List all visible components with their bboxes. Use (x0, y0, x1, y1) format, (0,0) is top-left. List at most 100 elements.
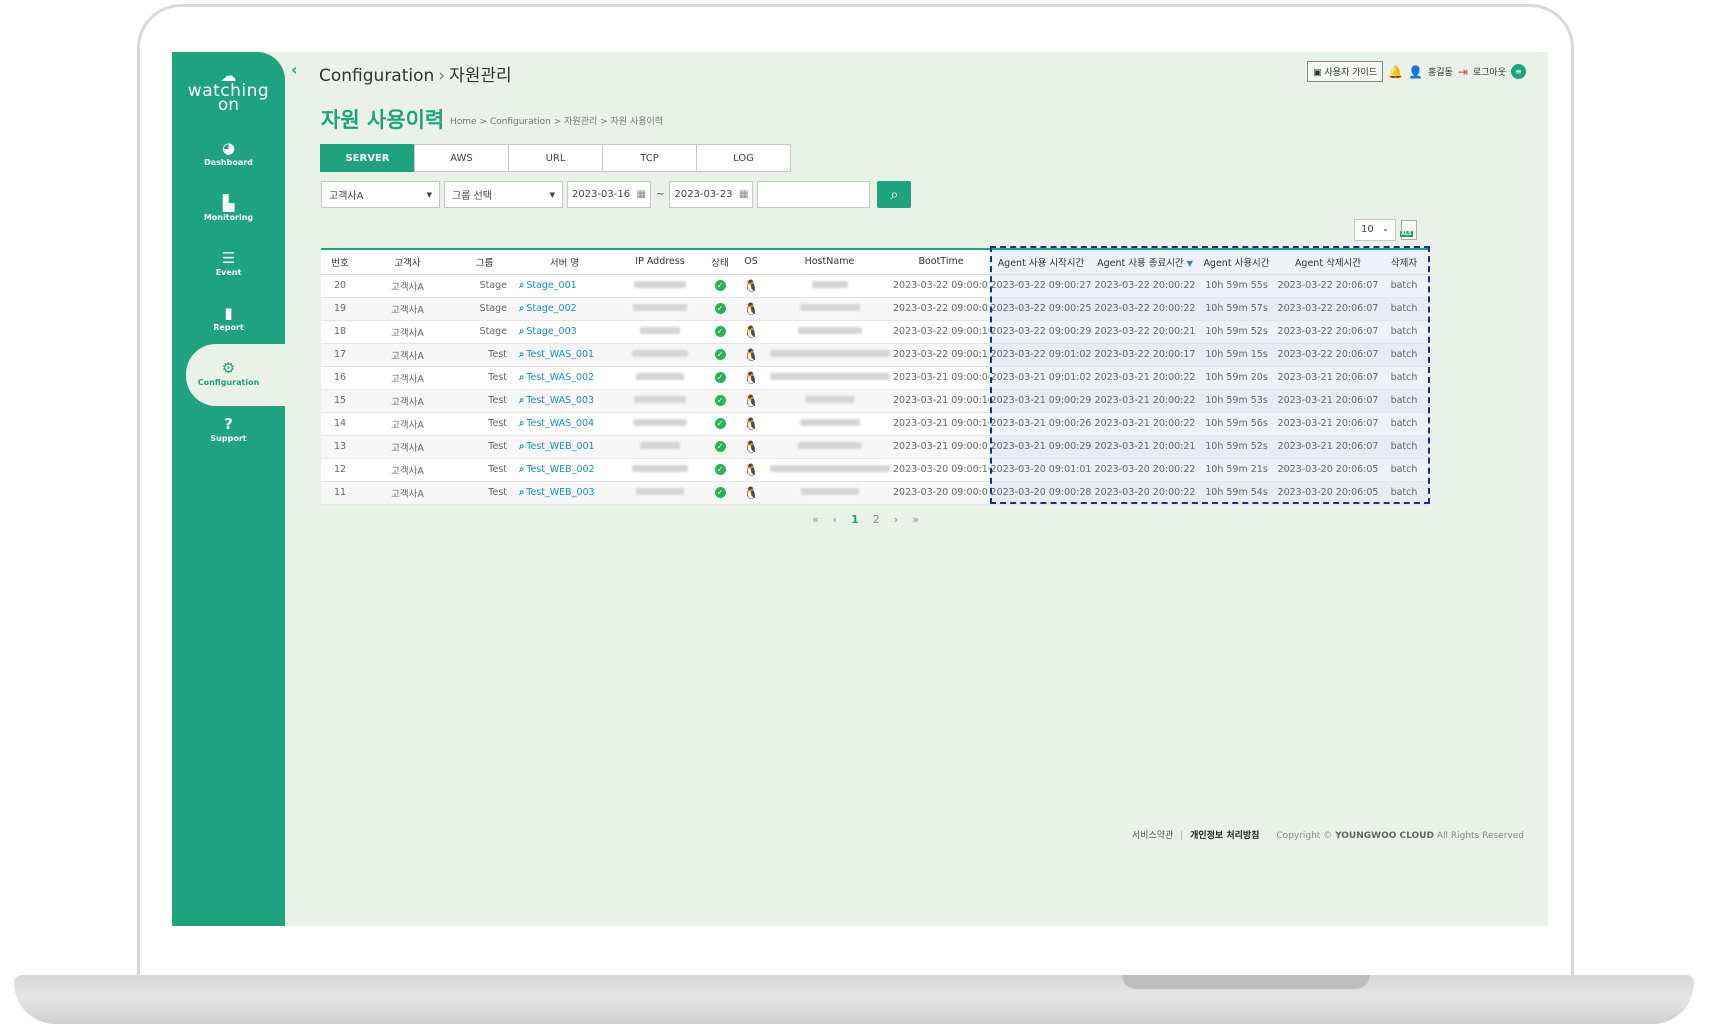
sidebar-item-label: Configuration (197, 378, 260, 387)
logout-link[interactable]: 로그아웃 (1473, 65, 1506, 78)
collapse-sidebar-chevron-icon[interactable]: ‹ (291, 60, 298, 79)
sidebar-item-support[interactable]: ? Support (172, 416, 285, 476)
calendar-icon[interactable]: ▦ (739, 189, 748, 200)
sidebar-item-dashboard[interactable]: ◕ Dashboard (172, 140, 285, 200)
cell-customer: 고객사A (359, 343, 456, 367)
group-select[interactable]: 그룹 선택 ▼ (444, 181, 563, 208)
server-link[interactable]: ⌕ Stage_001 (519, 280, 577, 291)
cell-server-name[interactable]: ⌕ Test_WAS_002 (513, 366, 616, 390)
menu-icon[interactable]: ≡ (1511, 64, 1526, 79)
cell-server-name[interactable]: ⌕ Test_WAS_003 (513, 389, 616, 413)
prev-page-icon[interactable]: ‹ (833, 513, 837, 526)
search-icon: ⌕ (519, 418, 525, 429)
cell-server-name[interactable]: ⌕ Test_WEB_002 (513, 458, 616, 482)
privacy-link[interactable]: 개인정보 처리방침 (1190, 831, 1259, 841)
tab-server[interactable]: SERVER (320, 144, 415, 172)
column-header-hostname[interactable]: HostName (766, 248, 893, 275)
column-header-ip-address[interactable]: IP Address (616, 248, 704, 275)
start-date-input[interactable]: 2023-03-16 ▦ (567, 181, 651, 208)
start-date-value: 2023-03-16 (572, 189, 631, 200)
cell-hostname-redacted (766, 389, 893, 413)
customer-select[interactable]: 고객사A ▼ (321, 181, 440, 208)
next-page-icon[interactable]: › (894, 513, 898, 526)
cell-no: 12 (321, 458, 359, 482)
server-link[interactable]: ⌕ Test_WAS_004 (519, 418, 594, 429)
linux-penguin-icon: 🐧 (743, 462, 759, 477)
cell-os: 🐧 (736, 320, 766, 344)
page-size-select[interactable]: 10 ⌄ (1354, 219, 1396, 241)
first-page-icon[interactable]: « (812, 513, 819, 526)
cell-ip-redacted (616, 297, 704, 321)
search-button[interactable]: ⌕ (877, 181, 912, 208)
gear-icon: ⚙ (221, 359, 236, 377)
tab-url[interactable]: URL (508, 144, 603, 172)
server-link[interactable]: ⌕ Test_WAS_001 (519, 349, 594, 360)
tab-log[interactable]: LOG (696, 144, 791, 172)
sidebar-item-event[interactable]: ☰ Event (172, 250, 285, 310)
cell-server-name[interactable]: ⌕ Test_WEB_003 (513, 481, 616, 505)
sidebar-item-monitoring[interactable]: ▙ Monitoring (172, 195, 285, 255)
cell-hostname-redacted (766, 481, 893, 505)
cell-no: 13 (321, 435, 359, 459)
cell-server-name[interactable]: ⌕ Test_WAS_001 (513, 343, 616, 367)
tab-aws[interactable]: AWS (414, 144, 509, 172)
server-name: Test_WEB_001 (526, 441, 595, 452)
column-header-customer[interactable]: 고객사 (359, 248, 456, 275)
page-2-link[interactable]: 2 (873, 513, 880, 526)
cell-server-name[interactable]: ⌕ Test_WAS_004 (513, 412, 616, 436)
server-link[interactable]: ⌕ Test_WEB_001 (519, 441, 595, 452)
server-link[interactable]: ⌕ Test_WEB_002 (519, 464, 595, 475)
calendar-icon[interactable]: ▦ (637, 189, 646, 200)
dashboard-gauge-icon: ◕ (221, 139, 236, 157)
column-header-os[interactable]: OS (736, 248, 766, 275)
server-name: Test_WAS_002 (526, 372, 595, 383)
excel-download-icon[interactable]: XLS (1400, 220, 1417, 240)
column-header-status[interactable]: 상태 (704, 248, 736, 275)
server-name: Test_WEB_003 (526, 487, 595, 498)
column-header-group[interactable]: 그룹 (456, 248, 513, 275)
server-link[interactable]: ⌕ Test_WAS_003 (519, 395, 594, 406)
cell-server-name[interactable]: ⌕ Stage_003 (513, 320, 616, 344)
terms-link[interactable]: 서비스약관 (1132, 831, 1173, 841)
user-name[interactable]: 홍길동 (1428, 65, 1453, 78)
cell-group: Test (456, 389, 513, 413)
sidebar-item-configuration[interactable]: ⚙ Configuration (186, 344, 285, 406)
column-header-no[interactable]: 번호 (321, 248, 359, 275)
column-header-server-name[interactable]: 서버 명 (513, 248, 616, 275)
server-link[interactable]: ⌕ Stage_002 (519, 303, 577, 314)
cell-server-name[interactable]: ⌕ Stage_001 (513, 274, 616, 298)
cell-customer: 고객사A (359, 458, 456, 482)
filter-bar: 고객사A ▼ 그룹 선택 ▼ 2023-03-16 ▦ ~ 2023-03-23… (321, 181, 912, 208)
server-link[interactable]: ⌕ Stage_003 (519, 326, 577, 337)
search-icon: ⌕ (519, 372, 525, 383)
column-header-boottime[interactable]: BootTime (893, 248, 989, 275)
app-screen: ☁ watching on ◕ Dashboard ▙ Monitoring ☰… (172, 52, 1548, 926)
breadcrumb-section[interactable]: Configuration (319, 66, 434, 86)
cell-server-name[interactable]: ⌕ Test_WEB_001 (513, 435, 616, 459)
app-logo[interactable]: ☁ watching on (172, 68, 285, 114)
server-link[interactable]: ⌕ Test_WEB_003 (519, 487, 595, 498)
cell-os: 🐧 (736, 481, 766, 505)
cell-status: ✓ (704, 320, 736, 344)
tab-tcp[interactable]: TCP (602, 144, 697, 172)
cell-boottime: 2023-03-20 09:00:10 (893, 458, 989, 482)
search-icon: ⌕ (519, 349, 525, 360)
cell-os: 🐧 (736, 458, 766, 482)
notification-bell-icon[interactable]: 🔔 (1388, 65, 1403, 79)
cell-no: 14 (321, 412, 359, 436)
page-1-link[interactable]: 1 (851, 513, 859, 526)
chevron-down-icon: ⌄ (1382, 224, 1389, 233)
sidebar-item-label: Report (213, 323, 244, 332)
cell-server-name[interactable]: ⌕ Stage_002 (513, 297, 616, 321)
cell-ip-redacted (616, 458, 704, 482)
end-date-input[interactable]: 2023-03-23 ▦ (669, 181, 754, 208)
user-guide-button[interactable]: ▣ 사용자 가이드 (1307, 61, 1384, 82)
search-input[interactable] (757, 181, 871, 208)
cell-status: ✓ (704, 435, 736, 459)
server-name: Stage_002 (526, 303, 577, 314)
date-range-separator: ~ (656, 189, 665, 200)
server-link[interactable]: ⌕ Test_WAS_002 (519, 372, 594, 383)
cell-ip-redacted (616, 435, 704, 459)
last-page-icon[interactable]: » (912, 513, 919, 526)
cell-hostname-redacted (766, 343, 893, 367)
